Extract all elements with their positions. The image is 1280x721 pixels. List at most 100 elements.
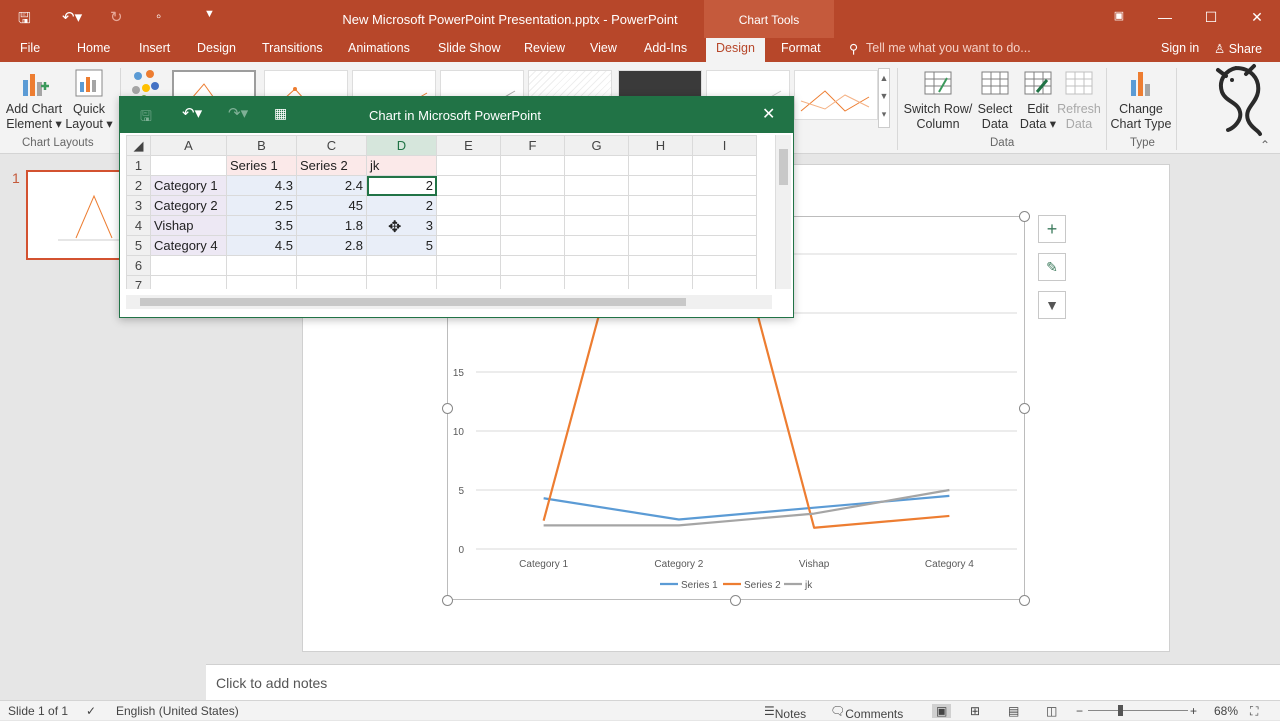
resize-handle-middle-right[interactable] [1019, 403, 1030, 414]
cell[interactable]: 2 [366, 195, 437, 216]
column-header-i[interactable]: I [692, 135, 757, 156]
sheet-horizontal-scrollbar[interactable] [126, 295, 772, 309]
chart-filters-funnel-icon[interactable]: ▼ [1038, 291, 1066, 319]
cell[interactable]: jk [366, 155, 437, 176]
horizontal-scroll-thumb[interactable] [140, 298, 686, 306]
tab-transitions[interactable]: Transitions [262, 41, 323, 55]
zoom-in-button[interactable]: + [1190, 704, 1197, 718]
cell[interactable] [564, 255, 629, 276]
resize-handle-bottom-center[interactable] [730, 595, 741, 606]
customize-qat-icon[interactable]: ▼ [204, 8, 215, 20]
tab-home[interactable]: Home [77, 41, 110, 55]
tab-chart-format[interactable]: Format [781, 41, 821, 55]
collapse-ribbon-icon[interactable]: ⌃ [1260, 138, 1270, 152]
tab-view[interactable]: View [590, 41, 617, 55]
cell[interactable] [692, 215, 757, 236]
cell[interactable]: 4.3 [226, 175, 297, 196]
ribbon-display-icon[interactable]: ▣ [1104, 9, 1134, 22]
comments-toggle[interactable]: 🗨 Comments [830, 704, 903, 721]
cell[interactable] [628, 235, 693, 256]
chart-elements-plus-icon[interactable]: + [1038, 215, 1066, 243]
row-header[interactable]: 7 [126, 275, 151, 289]
column-header-g[interactable]: G [564, 135, 629, 156]
tab-design[interactable]: Design [197, 41, 236, 55]
cell[interactable]: Series 1 [226, 155, 297, 176]
tab-review[interactable]: Review [524, 41, 565, 55]
cell[interactable] [436, 195, 501, 216]
select-data-button[interactable]: Select Data [974, 68, 1016, 132]
cell[interactable] [150, 255, 227, 276]
sheet-close-button[interactable]: ✕ [762, 104, 775, 124]
cell[interactable] [500, 275, 565, 289]
cell[interactable] [628, 195, 693, 216]
cell[interactable] [564, 215, 629, 236]
zoom-slider[interactable] [1088, 710, 1188, 711]
cell[interactable] [628, 215, 693, 236]
cell[interactable] [692, 255, 757, 276]
language-indicator[interactable]: English (United States) [116, 704, 239, 718]
cell[interactable] [436, 215, 501, 236]
cell[interactable]: Category 4 [150, 235, 227, 256]
cell[interactable]: 5 [366, 235, 437, 256]
active-cell[interactable]: 2 [366, 175, 437, 196]
tab-chart-design[interactable]: Design [706, 38, 765, 62]
tab-animations[interactable]: Animations [348, 41, 410, 55]
maximize-button[interactable]: ☐ [1196, 9, 1226, 26]
cell[interactable] [692, 235, 757, 256]
cell[interactable]: 3.5 [226, 215, 297, 236]
cell[interactable]: 1.8 [296, 215, 367, 236]
row-header[interactable]: 6 [126, 255, 151, 276]
column-header-h[interactable]: H [628, 135, 693, 156]
column-header-d[interactable]: D [366, 135, 437, 156]
chart-style-8[interactable] [794, 70, 878, 120]
close-window-button[interactable]: ✕ [1242, 9, 1272, 26]
cell[interactable] [692, 175, 757, 196]
cell[interactable] [692, 155, 757, 176]
tab-file[interactable]: File [20, 41, 40, 55]
minimize-button[interactable]: — [1150, 9, 1180, 25]
tab-add-ins[interactable]: Add-Ins [644, 41, 687, 55]
cell[interactable] [150, 275, 227, 289]
cell[interactable]: 3 [366, 215, 437, 236]
tab-slide-show[interactable]: Slide Show [438, 41, 501, 55]
cell[interactable] [628, 155, 693, 176]
slide-sorter-icon[interactable]: ⊞ [970, 704, 980, 718]
cell[interactable]: 2.4 [296, 175, 367, 196]
edit-in-excel-icon[interactable]: ▦ [274, 105, 287, 122]
cell[interactable] [564, 275, 629, 289]
undo-icon[interactable]: ↶▾ [62, 8, 82, 26]
cell[interactable] [366, 255, 437, 276]
sheet-vertical-scrollbar[interactable] [775, 135, 791, 289]
column-header-e[interactable]: E [436, 135, 501, 156]
cell[interactable]: 45 [296, 195, 367, 216]
cell[interactable] [692, 275, 757, 289]
row-header[interactable]: 4 [126, 215, 151, 236]
change-chart-type-button[interactable]: Change Chart Type [1110, 68, 1172, 132]
cell[interactable]: 2.5 [226, 195, 297, 216]
cell[interactable] [366, 275, 437, 289]
select-all-corner[interactable]: ◢ [126, 135, 151, 156]
fit-to-window-icon[interactable]: ⛶ [1250, 704, 1258, 719]
sign-in-link[interactable]: Sign in [1161, 41, 1199, 55]
cell[interactable] [564, 175, 629, 196]
normal-view-icon[interactable]: ▣ [932, 704, 952, 718]
reading-view-icon[interactable]: ▤ [1008, 704, 1019, 718]
cell[interactable] [500, 195, 565, 216]
spreadsheet-grid[interactable]: ◢ A B C D E F G H I 1 Series 1 Series 2 … [126, 135, 772, 289]
tell-me-search[interactable]: Tell me what you want to do... [866, 41, 1031, 55]
vertical-scroll-thumb[interactable] [779, 149, 788, 185]
sheet-title-bar[interactable]: 🖫 ↶▾ ↷▾ ▦ Chart in Microsoft PowerPoint … [120, 97, 793, 133]
edit-data-button[interactable]: Edit Data ▾ [1018, 68, 1058, 132]
cell[interactable] [500, 175, 565, 196]
cell[interactable]: 2.8 [296, 235, 367, 256]
zoom-slider-thumb[interactable] [1118, 705, 1123, 716]
cell[interactable] [500, 255, 565, 276]
cell[interactable]: Series 2 [296, 155, 367, 176]
column-header-b[interactable]: B [226, 135, 297, 156]
cell[interactable]: 4.5 [226, 235, 297, 256]
chart-styles-brush-icon[interactable]: ✎ [1038, 253, 1066, 281]
sheet-undo-icon[interactable]: ↶▾ [182, 104, 202, 122]
cell[interactable] [628, 275, 693, 289]
cell[interactable]: Category 1 [150, 175, 227, 196]
cell[interactable] [150, 155, 227, 176]
